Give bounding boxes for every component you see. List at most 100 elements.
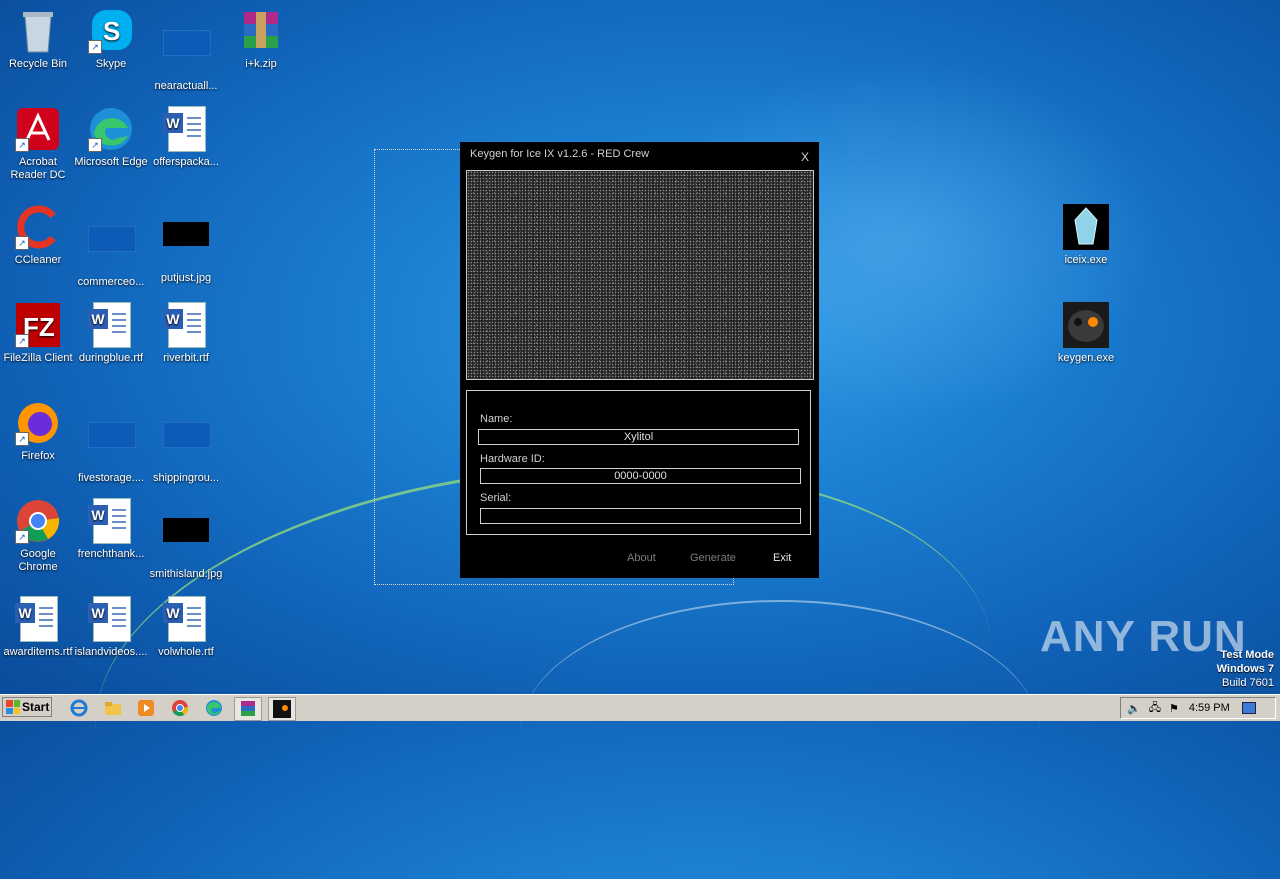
desktop-icon-label: fivestorage.... [77,472,145,484]
desktop-icon-iceix[interactable]: iceix.exe [1048,204,1124,267]
chrome-icon[interactable] [167,697,193,719]
desktop-icon-riverbit[interactable]: W riverbit.rtf [148,302,224,365]
winrar-icon[interactable] [234,697,262,721]
desktop-icon-label: Acrobat Reader DC [10,156,66,181]
desktop-icon-putjust[interactable]: putjust.jpg [148,204,224,285]
hardware-id-label: Hardware ID: [480,453,545,465]
desktop-icon-ccleaner[interactable]: ↗ CCleaner [0,204,76,267]
desktop-icon-label: Recycle Bin [8,58,68,70]
generate-button[interactable]: Generate [690,552,736,564]
keygen-app-icon[interactable] [268,697,296,721]
desktop-icon-frenchthank[interactable]: W frenchthank... [73,498,149,561]
desktop-icon-label: nearactuall... [154,80,218,92]
word-document-icon: W [88,498,134,544]
internet-explorer-icon[interactable] [66,697,92,719]
desktop-icon-commerceo[interactable]: commerceo... [73,204,149,289]
word-document-icon: W [163,302,209,348]
desktop-icon-label: Skype [95,58,127,70]
desktop-icon-label: Firefox [21,450,55,462]
word-document-icon: W [88,596,134,642]
desktop-icon-chrome[interactable]: ↗ Google Chrome [0,498,76,574]
system-tray: 🔈 🖧 ⚑ 4:59 PM [1120,697,1276,719]
desktop-icon-keygen[interactable]: keygen.exe [1048,302,1124,365]
test-mode-notice: Test Mode Windows 7 Build 7601 [1217,648,1274,690]
svg-text:S: S [103,16,120,46]
desktop-icon-label: awarditems.rtf [3,646,73,658]
hardware-id-field[interactable]: 0000-0000 [480,468,801,484]
serial-label: Serial: [480,492,512,504]
desktop-icon-nearactuall[interactable]: nearactuall... [148,8,224,93]
start-button[interactable]: Start [2,697,52,717]
close-button[interactable]: X [801,150,809,164]
desktop-icon-label: islandvideos.... [74,646,148,658]
start-label: Start [22,700,50,714]
shortcut-arrow-icon: ↗ [15,432,29,446]
shortcut-arrow-icon: ↗ [15,530,29,544]
shortcut-arrow-icon: ↗ [15,236,29,250]
desktop-icon-label: keygen.exe [1057,352,1115,364]
desktop-icon-skype[interactable]: S ↗ Skype [73,8,149,71]
shortcut-arrow-icon: ↗ [88,138,102,152]
recycle-bin-icon [15,8,61,54]
file-icon [163,30,211,76]
edge-icon[interactable] [201,697,227,719]
action-center-flag-icon[interactable]: ⚑ [1169,702,1179,715]
word-document-icon: W [163,106,209,152]
desktop-icon-acrobat[interactable]: ↗ Acrobat Reader DC [0,106,76,182]
desktop-icon-awarditems[interactable]: W awarditems.rtf [0,596,76,659]
serial-field[interactable] [480,508,801,524]
desktop-icon-ikzip[interactable]: i+k.zip [223,8,299,71]
winrar-archive-icon [238,8,284,54]
keygen-window: Keygen for Ice IX v1.2.6 - RED Crew X Na… [460,142,819,578]
clock[interactable]: 4:59 PM [1189,702,1230,714]
ccleaner-icon: ↗ [15,204,61,250]
shortcut-arrow-icon: ↗ [88,40,102,54]
word-document-icon: W [163,596,209,642]
desktop-icon-label: putjust.jpg [160,272,212,284]
speaker-icon[interactable]: 🔈 [1127,702,1141,715]
build-label: Build 7601 [1222,677,1274,689]
desktop-icon-label: smithisland.jpg [149,568,223,580]
desktop-icon-filezilla[interactable]: FZ ↗ FileZilla Client [0,302,76,365]
test-mode-label: Test Mode [1220,649,1274,661]
show-desktop-icon[interactable] [1241,702,1256,714]
desktop-icon-label: volwhole.rtf [158,646,214,658]
file-icon [88,226,136,272]
chrome-icon: ↗ [15,498,61,544]
exit-button[interactable]: Exit [773,552,791,564]
desktop-icon-label: iceix.exe [1064,254,1108,266]
desktop-icon-label: Microsoft Edge [74,156,148,168]
explorer-folder-icon[interactable] [100,697,126,719]
skull-exe-icon [1063,302,1109,348]
shortcut-arrow-icon: ↗ [15,334,29,348]
desktop-icon-label: Google Chrome [18,548,58,573]
window-title: Keygen for Ice IX v1.2.6 - RED Crew [470,148,650,160]
desktop-icon-recycle-bin[interactable]: Recycle Bin [0,8,76,71]
desktop-icon-volwhole[interactable]: W volwhole.rtf [148,596,224,659]
desktop-icon-label: offerspacka... [153,156,219,168]
desktop-icon-label: i+k.zip [245,58,277,70]
image-icon [163,222,209,268]
desktop: Recycle Bin ↗ Acrobat Reader DC ↗ CClean… [0,0,1280,879]
desktop-icon-islandvideos[interactable]: W islandvideos.... [73,596,149,659]
desktop-icon-duringblue[interactable]: W duringblue.rtf [73,302,149,365]
desktop-icon-label: riverbit.rtf [163,352,209,364]
name-field[interactable]: Xylitol [478,429,799,445]
file-icon [163,422,211,468]
desktop-icon-smithisland[interactable]: smithisland.jpg [148,498,224,581]
desktop-icon-edge[interactable]: ↗ Microsoft Edge [73,106,149,169]
skype-icon: S ↗ [88,8,134,54]
desktop-icon-label: frenchthank... [77,548,145,560]
desktop-icon-firefox[interactable]: ↗ Firefox [0,400,76,463]
desktop-icon-label: CCleaner [14,254,62,266]
about-button[interactable]: About [627,552,656,564]
desktop-icon-fivestorage[interactable]: fivestorage.... [73,400,149,485]
word-document-icon: W [15,596,61,642]
desktop-icon-shippingrou[interactable]: shippingrou... [148,400,224,485]
desktop-icon-offerspacka[interactable]: W offerspacka... [148,106,224,169]
media-player-icon[interactable] [133,697,159,719]
static-noise-banner [466,170,814,380]
network-icon[interactable]: 🖧 [1149,699,1161,718]
crystal-exe-icon [1063,204,1109,250]
file-icon [88,422,136,468]
